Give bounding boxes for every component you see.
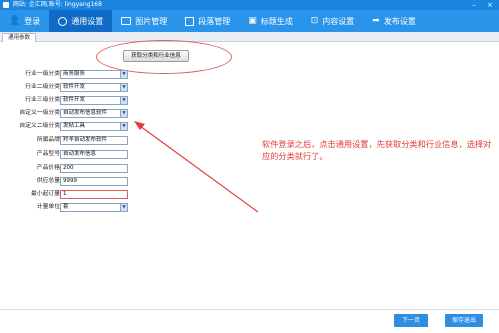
next-page-button[interactable]: 下一页 bbox=[394, 314, 428, 327]
save-exit-button[interactable]: 保存退出 bbox=[445, 314, 483, 327]
annotation-arrow bbox=[134, 121, 259, 213]
annotation-text: 软件登录之后，点击通用设置，先获取分类和行业信息，选择对应的分类就行了。 bbox=[262, 139, 492, 161]
footer-divider bbox=[0, 309, 499, 310]
